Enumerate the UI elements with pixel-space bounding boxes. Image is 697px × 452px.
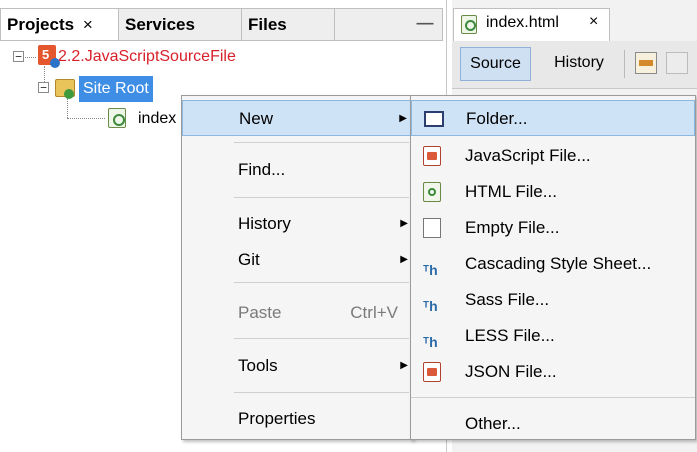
menu-item-tools[interactable]: Tools ▶ bbox=[182, 348, 412, 384]
html-file-icon bbox=[461, 15, 477, 34]
menu-item-find[interactable]: Find... bbox=[182, 152, 412, 188]
tab-projects-close-icon[interactable]: × bbox=[83, 15, 93, 34]
submenu-item-folder-label: Folder... bbox=[466, 109, 528, 128]
tab-files[interactable]: Files bbox=[242, 9, 335, 40]
submenu-item-css-file[interactable]: Cascading Style Sheet... bbox=[411, 246, 695, 288]
menu-item-new-label: New bbox=[239, 109, 274, 128]
javascript-file-icon bbox=[423, 146, 441, 166]
submenu-item-empty-file[interactable]: Empty File... bbox=[411, 210, 695, 246]
tree-node-site-root[interactable]: Site Root bbox=[79, 76, 153, 102]
html-file-icon bbox=[423, 182, 441, 202]
json-file-icon bbox=[423, 362, 441, 382]
editor-tab-close-icon[interactable]: × bbox=[589, 13, 598, 31]
menu-separator bbox=[234, 197, 409, 198]
tree-line bbox=[67, 118, 105, 119]
submenu-item-empty-file-label: Empty File... bbox=[465, 218, 560, 237]
empty-file-icon bbox=[423, 218, 441, 238]
source-button[interactable]: Source bbox=[460, 47, 531, 81]
submenu-item-less-file[interactable]: LESS File... bbox=[411, 318, 695, 360]
submenu-arrow-icon: ▶ bbox=[400, 218, 408, 229]
menu-separator bbox=[411, 397, 695, 398]
projects-tabbar: Projects × Services Files — bbox=[0, 8, 443, 41]
submenu-arrow-icon: ▶ bbox=[399, 113, 407, 124]
menu-separator bbox=[234, 282, 409, 283]
tree-node-index[interactable]: index bbox=[138, 108, 176, 130]
submenu-item-json-file-label: JSON File... bbox=[465, 362, 557, 381]
submenu-item-other[interactable]: Other... bbox=[411, 406, 695, 442]
submenu-item-css-file-label: Cascading Style Sheet... bbox=[465, 254, 652, 273]
collapse-project-toggle[interactable]: − bbox=[13, 51, 24, 62]
submenu-item-folder[interactable]: Folder... bbox=[411, 100, 695, 136]
folder-icon bbox=[424, 111, 444, 127]
menu-item-git[interactable]: Git ▶ bbox=[182, 242, 412, 278]
submenu-item-html-file[interactable]: HTML File... bbox=[411, 174, 695, 210]
submenu-item-html-file-label: HTML File... bbox=[465, 182, 557, 201]
new-submenu: Folder... JavaScript File... HTML File..… bbox=[410, 95, 696, 440]
submenu-arrow-icon: ▶ bbox=[400, 360, 408, 371]
minimize-button[interactable]: — bbox=[413, 11, 437, 37]
tree-node-project[interactable]: 2.2.JavaScriptSourceFile bbox=[58, 46, 236, 68]
menu-item-tools-label: Tools bbox=[238, 356, 278, 375]
collapse-site-root-toggle[interactable]: − bbox=[38, 82, 49, 93]
submenu-arrow-icon: ▶ bbox=[400, 254, 408, 265]
menu-item-paste: Paste Ctrl+V bbox=[182, 295, 412, 331]
tree-line bbox=[67, 98, 68, 118]
menu-separator bbox=[234, 142, 409, 143]
web-badge-icon bbox=[64, 89, 74, 99]
submenu-item-sass-file-label: Sass File... bbox=[465, 290, 550, 309]
history-button[interactable]: History bbox=[540, 47, 618, 81]
less-file-icon bbox=[423, 324, 441, 360]
paste-shortcut: Ctrl+V bbox=[350, 303, 398, 322]
submenu-item-javascript-file-label: JavaScript File... bbox=[465, 146, 591, 165]
menu-separator bbox=[234, 338, 409, 339]
menu-item-git-label: Git bbox=[238, 250, 260, 269]
tab-projects-label: Projects bbox=[7, 15, 75, 34]
submenu-item-less-file-label: LESS File... bbox=[465, 326, 555, 345]
forward-navigation-icon[interactable] bbox=[666, 52, 688, 74]
context-menu: New ▶ Find... History ▶ Git ▶ Paste Ctrl… bbox=[181, 95, 413, 440]
menu-item-new[interactable]: New ▶ bbox=[182, 100, 412, 136]
sass-file-icon bbox=[423, 288, 441, 324]
submenu-item-javascript-file[interactable]: JavaScript File... bbox=[411, 138, 695, 174]
submenu-item-json-file[interactable]: JSON File... bbox=[411, 354, 695, 390]
tab-services[interactable]: Services bbox=[119, 9, 242, 40]
menu-separator bbox=[234, 392, 409, 393]
back-navigation-icon[interactable] bbox=[635, 52, 657, 74]
submenu-item-sass-file[interactable]: Sass File... bbox=[411, 282, 695, 324]
menu-item-properties[interactable]: Properties bbox=[182, 401, 412, 437]
tab-projects[interactable]: Projects × bbox=[1, 9, 119, 40]
html-file-icon bbox=[108, 108, 126, 128]
editor-tab-label: index.html bbox=[486, 14, 559, 31]
menu-item-history[interactable]: History ▶ bbox=[182, 206, 412, 242]
css-file-icon bbox=[423, 252, 441, 288]
toolbar-separator bbox=[624, 50, 625, 78]
menu-item-history-label: History bbox=[238, 214, 291, 233]
menu-item-paste-label: Paste bbox=[238, 303, 282, 322]
